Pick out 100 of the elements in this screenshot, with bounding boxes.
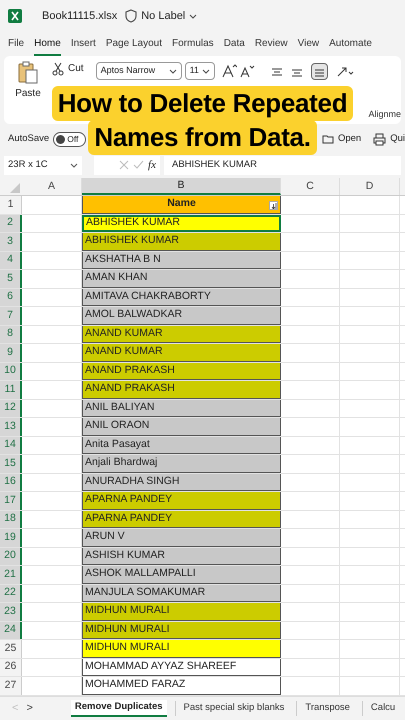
row-header[interactable]: 12 — [0, 400, 22, 417]
table-cell: ANAND PRAKASH — [82, 362, 281, 380]
sheet-tab[interactable]: Remove Duplicates — [70, 700, 167, 717]
open-button[interactable]: Open — [322, 132, 362, 146]
align-bottom-button[interactable] — [310, 63, 328, 80]
table-cell: ANAND KUMAR — [82, 344, 281, 362]
column-header[interactable]: B — [82, 178, 281, 195]
table-header-cell: Name — [82, 196, 281, 214]
row-header[interactable]: 19 — [0, 529, 22, 546]
caption-text: How to Delete Repeated — [52, 86, 354, 121]
table-cell: ABHISHEK KUMAR — [82, 233, 281, 250]
menu-tab[interactable]: Review — [254, 36, 288, 56]
quick-print-button[interactable]: Qui — [373, 132, 405, 146]
menu-tab[interactable]: File — [8, 36, 24, 56]
table-cell: ASHISH KUMAR — [82, 548, 281, 565]
decrease-font-icon — [240, 64, 255, 78]
row-header[interactable]: 26 — [0, 658, 22, 676]
row-header[interactable]: 13 — [0, 418, 22, 436]
menu-tab[interactable]: Insert — [70, 36, 96, 56]
cut-button[interactable]: Cut — [68, 61, 84, 76]
autosave-label: AutoSave — [8, 132, 50, 146]
caret-icon — [202, 68, 210, 74]
formula-input[interactable]: ABHISHEK KUMAR — [164, 156, 401, 174]
row-header[interactable]: 4 — [0, 252, 22, 269]
table-cell: AMOL BALWADKAR — [82, 307, 281, 324]
table-cell: ABHISHEK KUMAR — [82, 214, 281, 232]
folder-icon — [322, 133, 334, 145]
table-cell: MIDHUN MURALI — [82, 603, 281, 620]
table-cell: Anita Pasayat — [82, 436, 281, 454]
row-header[interactable]: 23 — [0, 603, 22, 620]
caption-text: Names from Data. — [88, 120, 317, 155]
filter-button[interactable] — [269, 201, 278, 210]
row-header[interactable]: 16 — [0, 474, 22, 491]
row-header[interactable]: 25 — [0, 640, 22, 658]
row-header[interactable]: 11 — [0, 381, 22, 398]
row-header[interactable]: 6 — [0, 288, 22, 306]
row-header[interactable]: 1 — [0, 196, 22, 214]
table-cell: AKSHATHA B N — [82, 252, 281, 269]
sensitivity-label[interactable]: No Label — [141, 8, 186, 24]
caret-icon — [70, 162, 78, 168]
menu-tab[interactable]: View — [298, 36, 320, 56]
row-header[interactable]: 15 — [0, 455, 22, 472]
table-cell: MIDHUN MURALI — [82, 622, 281, 639]
column-header[interactable]: D — [340, 178, 400, 195]
row-header[interactable]: 2 — [0, 214, 22, 232]
sheet-tab[interactable]: Past special skip blanks — [174, 701, 288, 716]
table-cell: ANIL ORAON — [82, 418, 281, 436]
column-header[interactable]: C — [281, 178, 340, 195]
row-header[interactable]: 17 — [0, 492, 22, 510]
caret-icon — [168, 68, 177, 74]
scissors-icon — [52, 62, 64, 76]
printer-icon — [373, 132, 386, 146]
select-all-icon — [10, 183, 20, 193]
caret-icon — [189, 13, 198, 19]
table-cell: ANURADHA SINGH — [82, 474, 281, 491]
sheet-tab[interactable]: Calcu — [362, 701, 400, 716]
excel-logo-icon — [8, 8, 22, 24]
row-header[interactable]: 9 — [0, 344, 22, 362]
check-icon — [133, 160, 144, 170]
table-cell: ANIL BALIYAN — [82, 400, 281, 417]
alignment-group-label: Alignme — [368, 108, 401, 121]
row-header[interactable]: 14 — [0, 436, 22, 454]
cancel-icon — [119, 160, 130, 170]
next-sheet-button[interactable]: > — [26, 700, 33, 717]
font-name-dropdown[interactable]: Aptos Narrow — [96, 62, 182, 80]
sheet-tab[interactable]: Transpose — [296, 701, 354, 716]
table-cell: APARNA PANDEY — [82, 510, 281, 528]
autosave-toggle[interactable]: Off — [53, 132, 86, 146]
row-header[interactable]: 27 — [0, 677, 22, 694]
table-cell: ANAND PRAKASH — [82, 381, 281, 398]
sort-icon — [270, 202, 277, 209]
table-cell: AMAN KHAN — [82, 270, 281, 288]
row-header[interactable]: 10 — [0, 362, 22, 380]
table-cell: MANJULA SOMAKUMAR — [82, 584, 281, 602]
row-header[interactable]: 22 — [0, 584, 22, 602]
row-header[interactable]: 7 — [0, 307, 22, 324]
row-header[interactable]: 24 — [0, 622, 22, 639]
name-box[interactable]: 23R x 1C — [4, 156, 82, 174]
table-cell: MIDHUN MURALI — [82, 640, 281, 658]
table-cell: ASHOK MALLAMPALLI — [82, 566, 281, 584]
menu-tab[interactable]: Formulas — [172, 36, 214, 56]
row-header[interactable]: 8 — [0, 326, 22, 343]
increase-font-icon — [222, 64, 237, 78]
row-header[interactable]: 3 — [0, 233, 22, 250]
font-size-dropdown[interactable]: 11 — [184, 62, 215, 80]
paste-button[interactable]: Paste — [15, 86, 41, 101]
row-header[interactable]: 20 — [0, 548, 22, 565]
align-top-icon — [270, 66, 283, 76]
table-cell: APARNA PANDEY — [82, 492, 281, 510]
row-header[interactable]: 5 — [0, 270, 22, 288]
menu-tab[interactable]: Automate — [329, 36, 372, 56]
function-button[interactable]: fx — [148, 156, 156, 174]
menu-tab[interactable]: Data — [224, 36, 245, 56]
orientation-icon — [336, 66, 354, 78]
table-cell: MOHAMMED FARAZ — [82, 677, 281, 694]
row-header[interactable]: 21 — [0, 566, 22, 584]
row-header[interactable]: 18 — [0, 510, 22, 528]
menu-tab[interactable]: Page Layout — [106, 36, 162, 56]
table-cell: MOHAMMAD AYYAZ SHAREEF — [82, 658, 281, 676]
shield-icon — [125, 9, 138, 23]
